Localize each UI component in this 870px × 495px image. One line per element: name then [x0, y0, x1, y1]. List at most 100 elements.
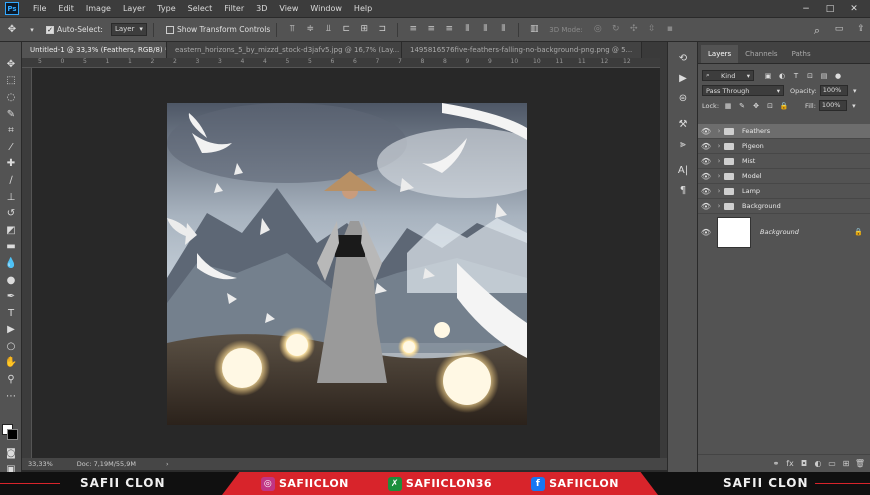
expand-chevron-icon[interactable]: › [714, 157, 724, 165]
3d-pan-icon[interactable]: ✣ [627, 24, 641, 36]
transform-controls-checkbox[interactable] [165, 25, 174, 34]
menu-image[interactable]: Image [80, 0, 117, 18]
3d-slide-icon[interactable]: ⇳ [645, 24, 659, 36]
lock-position-icon[interactable]: ✥ [750, 102, 762, 110]
filter-adjustment-icon[interactable]: ◐ [776, 72, 788, 80]
history-brush-tool-icon[interactable]: ↺ [0, 205, 22, 222]
adjustments-icon[interactable]: ⚒ [668, 114, 698, 134]
workspace-icon[interactable]: ▭ [832, 24, 846, 36]
align-vcenter-icon[interactable]: ≑ [303, 24, 317, 36]
expand-chevron-icon[interactable]: › [714, 142, 724, 150]
align-left-icon[interactable]: ⊏ [339, 24, 353, 36]
opacity-input[interactable]: 100% [819, 85, 848, 96]
filter-shape-icon[interactable]: ⊡ [804, 72, 816, 80]
quick-select-tool-icon[interactable]: ✎ [0, 106, 22, 123]
tab-layers[interactable]: Layers [701, 45, 739, 63]
paragraph-icon[interactable]: ¶ [668, 180, 698, 200]
share-icon[interactable]: ⇪ [854, 24, 868, 36]
filter-kind-dropdown[interactable]: ⌕ Kind ▾ [702, 70, 754, 81]
3d-roll-icon[interactable]: ↻ [609, 24, 623, 36]
filter-pixel-icon[interactable]: ▣ [762, 72, 774, 80]
doc-size[interactable]: Doc: 7,19M/55,9M [77, 460, 136, 468]
add-mask-icon[interactable]: ◘ [797, 459, 811, 468]
character-icon[interactable]: A| [668, 160, 698, 180]
layer-style-icon[interactable]: fx [783, 459, 797, 468]
layer-pigeon[interactable]: 👁 › Pigeon [698, 139, 870, 154]
visibility-eye-icon[interactable]: 👁 [698, 127, 714, 136]
tab-paths[interactable]: Paths [785, 45, 818, 63]
gradient-tool-icon[interactable]: ▬ [0, 239, 22, 256]
filter-smart-object-icon[interactable]: ▤ [818, 72, 830, 80]
lock-pixels-icon[interactable]: ✎ [736, 102, 748, 110]
layer-mist[interactable]: 👁 › Mist [698, 154, 870, 169]
canvas-scroll-strip[interactable] [660, 58, 667, 458]
chevron-down-icon[interactable]: ▾ [28, 23, 36, 37]
visibility-eye-icon[interactable]: 👁 [698, 187, 714, 196]
layer-lamp[interactable]: 👁 › Lamp [698, 184, 870, 199]
expand-chevron-icon[interactable]: › [714, 202, 724, 210]
expand-chevron-icon[interactable]: › [714, 187, 724, 195]
tab-untitled-1[interactable]: Untitled-1 @ 33,3% (Feathers, RGB/8) * [22, 42, 167, 58]
eraser-tool-icon[interactable]: ◩ [0, 222, 22, 239]
menu-help[interactable]: Help [348, 0, 378, 18]
search-icon[interactable]: ⌕ [810, 24, 824, 37]
move-tool-icon[interactable]: ✥ [4, 23, 20, 37]
history-icon[interactable]: ⟲ [668, 48, 698, 68]
visibility-eye-icon[interactable]: 👁 [698, 202, 714, 211]
fill-input[interactable]: 100% [818, 100, 847, 111]
properties-icon[interactable]: ⊜ [668, 88, 698, 108]
lock-artboard-icon[interactable]: ⊡ [764, 102, 776, 110]
expand-chevron-icon[interactable]: › [714, 172, 724, 180]
menu-type[interactable]: Type [151, 0, 181, 18]
menu-window[interactable]: Window [304, 0, 348, 18]
adjustment-layer-icon[interactable]: ◐ [811, 459, 825, 468]
visibility-eye-icon[interactable]: 👁 [698, 228, 714, 237]
type-tool-icon[interactable]: T [0, 305, 22, 322]
layer-background[interactable]: 👁 Background 🔒 [698, 214, 870, 250]
menu-select[interactable]: Select [182, 0, 219, 18]
lock-transparency-icon[interactable]: ▦ [722, 102, 734, 110]
document-canvas[interactable] [167, 103, 527, 425]
chevron-down-icon[interactable]: ▾ [849, 87, 861, 95]
move-tool-icon[interactable]: ✥ [0, 56, 22, 73]
distribute-right-icon[interactable]: ⦀ [496, 24, 510, 36]
blur-tool-icon[interactable]: 💧 [0, 255, 22, 272]
pen-tool-icon[interactable]: ✒ [0, 288, 22, 305]
align-right-icon[interactable]: ⊐ [375, 24, 389, 36]
menu-edit[interactable]: Edit [52, 0, 80, 18]
distribute-left-icon[interactable]: ⦀ [460, 24, 474, 36]
menu-file[interactable]: File [27, 0, 52, 18]
clone-stamp-tool-icon[interactable]: ⊥ [0, 189, 22, 206]
3d-scale-icon[interactable]: ▪ [663, 24, 677, 36]
visibility-eye-icon[interactable]: 👁 [698, 142, 714, 151]
path-select-tool-icon[interactable]: ▶ [0, 322, 22, 339]
brush-tool-icon[interactable]: ∕ [0, 172, 22, 189]
distribute-vcenter-icon[interactable]: ≡ [424, 24, 438, 36]
lock-all-icon[interactable]: 🔒 [778, 102, 790, 110]
quick-mask-icon[interactable]: ◙ [0, 445, 22, 462]
healing-brush-tool-icon[interactable]: ✚ [0, 156, 22, 173]
distribute-top-icon[interactable]: ≡ [406, 24, 420, 36]
lasso-tool-icon[interactable]: ◌ [0, 89, 22, 106]
play-actions-icon[interactable]: ▶ [668, 68, 698, 88]
align-bottom-icon[interactable]: ⫫ [321, 24, 335, 36]
new-group-icon[interactable]: ▭ [825, 459, 839, 468]
document-workspace[interactable] [32, 68, 660, 458]
blend-mode-dropdown[interactable]: Pass Through ▾ [702, 85, 784, 96]
hand-tool-icon[interactable]: ✋ [0, 355, 22, 372]
menu-view[interactable]: View [273, 0, 304, 18]
filter-toggle-icon[interactable]: ● [832, 72, 844, 80]
tab-channels[interactable]: Channels [738, 45, 784, 63]
layer-model[interactable]: 👁 › Model [698, 169, 870, 184]
tab-feathers-png[interactable]: 1495816576five-feathers-falling-no-backg… [402, 42, 642, 58]
auto-select-dropdown[interactable]: Layer ▾ [110, 23, 147, 36]
zoom-tool-icon[interactable]: ⚲ [0, 371, 22, 388]
menu-layer[interactable]: Layer [117, 0, 151, 18]
3d-orbit-icon[interactable]: ◎ [591, 24, 605, 36]
shape-tool-icon[interactable]: ○ [0, 338, 22, 355]
align-top-icon[interactable]: ⫪ [285, 24, 299, 36]
delete-layer-icon[interactable]: 🗑 [853, 459, 867, 468]
zoom-level[interactable]: 33,33% [28, 460, 53, 468]
maximize-button[interactable]: □ [818, 0, 842, 18]
eyedropper-tool-icon[interactable]: ⁄ [0, 139, 22, 156]
